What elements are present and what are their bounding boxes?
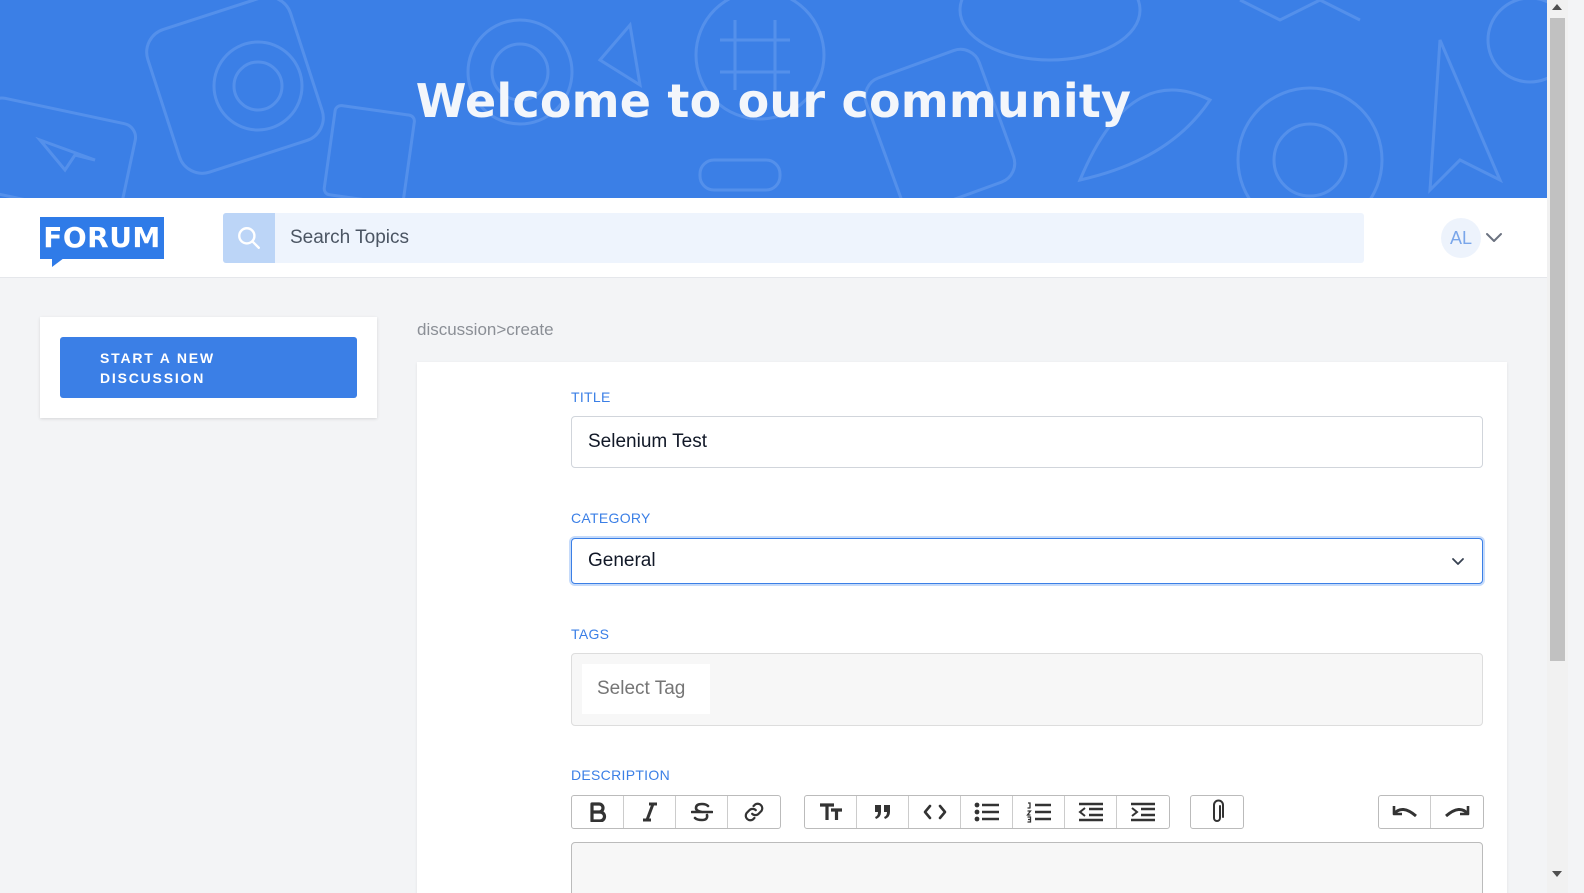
quote-button[interactable] xyxy=(857,796,909,828)
heading-button[interactable] xyxy=(805,796,857,828)
italic-icon xyxy=(642,802,657,822)
italic-button[interactable] xyxy=(624,796,676,828)
breadcrumb: discussion>create xyxy=(417,320,554,339)
forum-logo[interactable]: FORUM xyxy=(40,217,164,267)
code-icon xyxy=(923,804,946,820)
attach-icon xyxy=(1213,799,1224,822)
bullet-list-button[interactable] xyxy=(961,796,1013,828)
create-discussion-form: TITLE Selenium Test CATEGORY General TAG… xyxy=(417,362,1507,893)
toolbar-attach-group xyxy=(1190,795,1244,829)
category-select[interactable]: General xyxy=(571,538,1483,584)
numbered-list-button[interactable] xyxy=(1013,796,1065,828)
logo-speech-tail xyxy=(52,258,64,267)
undo-icon xyxy=(1392,806,1417,818)
search-button[interactable] xyxy=(223,213,275,263)
chevron-down-icon xyxy=(1452,558,1464,565)
strikethrough-button[interactable] xyxy=(676,796,728,828)
search-input[interactable] xyxy=(275,213,1364,263)
toolbar-block-group xyxy=(804,795,1170,829)
description-label: DESCRIPTION xyxy=(571,767,670,783)
logo-text: FORUM xyxy=(40,217,164,259)
category-selected-value: General xyxy=(588,550,656,571)
undo-button[interactable] xyxy=(1379,796,1431,828)
bullet-list-icon xyxy=(974,802,999,822)
heading-icon xyxy=(819,803,842,820)
toolbar-history-group xyxy=(1378,795,1484,829)
tags-label: TAGS xyxy=(571,626,610,642)
bold-icon xyxy=(589,802,606,822)
toolbar-format-group xyxy=(571,795,781,829)
top-navbar: FORUM AL xyxy=(0,198,1547,278)
scroll-up-arrow-icon[interactable] xyxy=(1552,4,1562,10)
hero-banner: Welcome to our community xyxy=(0,0,1547,198)
tag-search-input[interactable] xyxy=(582,664,710,714)
sidebar-card: START A NEW DISCUSSION xyxy=(40,317,377,418)
outdent-icon xyxy=(1077,802,1103,822)
search-bar xyxy=(223,213,1364,263)
indent-icon xyxy=(1131,802,1155,822)
numbered-list-icon xyxy=(1025,802,1051,823)
tags-field xyxy=(571,653,1483,726)
redo-icon xyxy=(1445,806,1470,818)
scroll-down-arrow-icon[interactable] xyxy=(1552,871,1562,877)
search-icon xyxy=(238,227,260,249)
indent-button[interactable] xyxy=(1117,796,1169,828)
link-icon xyxy=(744,802,764,822)
strikethrough-icon xyxy=(690,802,713,822)
link-button[interactable] xyxy=(728,796,780,828)
category-label: CATEGORY xyxy=(571,510,651,526)
user-avatar[interactable]: AL xyxy=(1441,218,1481,258)
outdent-button[interactable] xyxy=(1065,796,1117,828)
title-input[interactable]: Selenium Test xyxy=(571,416,1483,468)
hero-title: Welcome to our community xyxy=(415,74,1132,128)
start-new-discussion-button[interactable]: START A NEW DISCUSSION xyxy=(60,337,357,398)
attach-button[interactable] xyxy=(1191,796,1243,828)
page-scrollbar[interactable] xyxy=(1547,0,1568,893)
redo-button[interactable] xyxy=(1431,796,1483,828)
description-editor[interactable] xyxy=(571,842,1483,893)
bold-button[interactable] xyxy=(572,796,624,828)
chevron-down-icon[interactable] xyxy=(1484,228,1504,248)
title-label: TITLE xyxy=(571,389,611,405)
scrollbar-thumb[interactable] xyxy=(1550,18,1565,661)
code-button[interactable] xyxy=(909,796,961,828)
quote-icon xyxy=(874,805,890,819)
